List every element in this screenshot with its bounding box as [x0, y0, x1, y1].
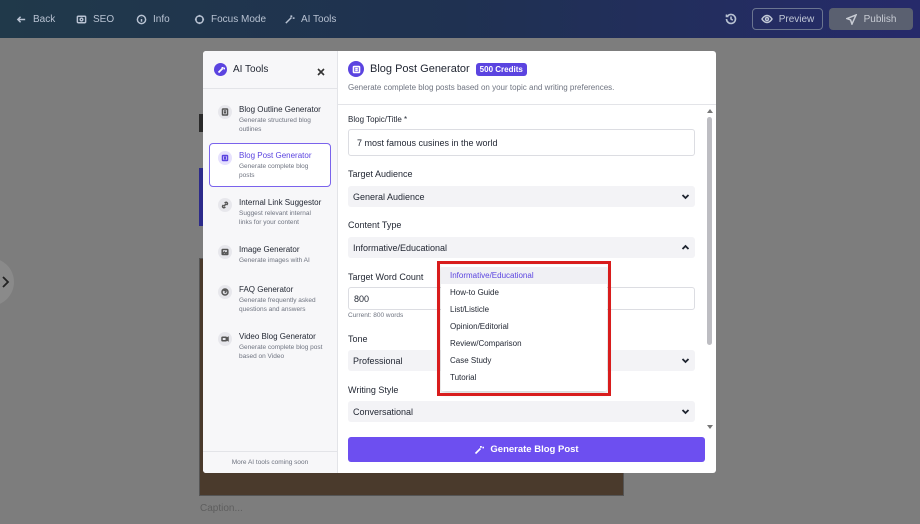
top-toolbar: Back SEO Info Focus Mode AI Tools Previe… — [0, 0, 920, 38]
panel-subtitle: Generate complete blog posts based on yo… — [348, 83, 615, 92]
seo-label: SEO — [93, 13, 115, 25]
document-icon — [348, 61, 364, 77]
tool-name: Internal Link Suggestor — [239, 198, 322, 207]
ai-tools-label: AI Tools — [301, 13, 337, 25]
credits-badge: 500 Credits — [475, 62, 527, 76]
tool-desc: Generate structured blog outlines — [239, 117, 311, 133]
caption-field[interactable]: Caption... — [200, 503, 243, 514]
topic-label: Blog Topic/Title * — [348, 115, 408, 124]
arrow-left-icon — [16, 15, 26, 23]
ai-logo-icon — [214, 63, 227, 76]
tool-faq-generator[interactable]: FAQ Generator Generate frequently asked … — [209, 277, 331, 321]
info-icon — [136, 14, 147, 24]
scroll-thumb[interactable] — [707, 117, 712, 345]
tool-name: FAQ Generator — [239, 285, 294, 294]
tool-desc: Generate images with AI — [239, 257, 310, 264]
tool-internal-link-suggestor[interactable]: Internal Link Suggestor Suggest relevant… — [209, 190, 331, 234]
info-label: Info — [153, 13, 170, 25]
info-button[interactable]: Info — [136, 0, 170, 38]
document-icon — [218, 151, 232, 165]
tool-desc: Generate frequently asked questions and … — [239, 297, 316, 313]
content-type-select[interactable]: Informative/Educational — [348, 237, 695, 258]
close-icon — [317, 68, 325, 76]
generate-label: Generate Blog Post — [490, 444, 579, 455]
history-icon — [725, 13, 737, 25]
seo-button[interactable]: SEO — [76, 0, 114, 38]
annotation-highlight-box — [437, 261, 611, 396]
focus-mode-label: Focus Mode — [211, 13, 267, 25]
tone-value: Professional — [353, 355, 403, 366]
expand-panel-button[interactable] — [0, 258, 14, 306]
content-type-label: Content Type — [348, 220, 402, 230]
scroll-down-arrow[interactable] — [707, 425, 713, 429]
magic-wand-icon — [475, 445, 485, 454]
panel-header: Blog Post Generator 500 Credits — [348, 61, 527, 77]
audience-value: General Audience — [353, 191, 425, 202]
audience-label: Target Audience — [348, 169, 413, 179]
preview-button[interactable]: Preview — [752, 8, 823, 30]
sidebar-title: AI Tools — [233, 64, 269, 75]
publish-label: Publish — [863, 13, 897, 25]
send-icon — [845, 13, 857, 25]
tool-name: Blog Post Generator — [239, 151, 312, 160]
publish-button[interactable]: Publish — [829, 8, 913, 30]
ai-tools-sidebar: AI Tools Blog Outline Generator Generate… — [203, 51, 338, 473]
back-button[interactable]: Back — [16, 0, 55, 38]
audience-select[interactable]: General Audience — [348, 186, 695, 207]
tool-desc: Suggest relevant internal links for your… — [239, 210, 311, 226]
writing-style-value: Conversational — [353, 406, 414, 417]
tool-image-generator[interactable]: Image Generator Generate images with AI — [209, 237, 331, 273]
seo-icon — [76, 15, 87, 23]
chevron-down-icon — [681, 194, 690, 200]
tool-blog-post-generator[interactable]: Blog Post Generator Generate complete bl… — [209, 143, 331, 187]
focus-icon — [194, 14, 205, 24]
writing-style-label: Writing Style — [348, 385, 399, 395]
magic-wand-icon — [285, 14, 295, 24]
scroll-up-arrow[interactable] — [707, 109, 713, 113]
image-icon — [218, 245, 232, 259]
focus-mode-button[interactable]: Focus Mode — [194, 0, 266, 38]
content-type-value: Informative/Educational — [353, 242, 448, 253]
tool-name: Image Generator — [239, 245, 300, 254]
question-icon — [218, 285, 232, 299]
tone-label: Tone — [348, 334, 368, 344]
tool-name: Video Blog Generator — [239, 332, 316, 341]
generate-blog-post-button[interactable]: Generate Blog Post — [348, 437, 705, 462]
topic-input[interactable]: 7 most famous cusines in the world — [348, 129, 695, 156]
writing-style-select[interactable]: Conversational — [348, 401, 695, 422]
history-button[interactable] — [724, 12, 738, 26]
video-icon — [218, 332, 232, 346]
chevron-up-icon — [681, 244, 690, 250]
chevron-down-icon — [681, 409, 690, 415]
tool-desc: Generate complete blog post based on Vid… — [239, 344, 323, 360]
tool-desc: Generate complete blog posts — [239, 163, 309, 179]
word-count-label: Target Word Count — [348, 272, 424, 282]
back-label: Back — [33, 13, 56, 25]
chevron-right-icon — [2, 276, 10, 288]
preview-label: Preview — [778, 13, 815, 25]
tool-video-blog-generator[interactable]: Video Blog Generator Generate complete b… — [209, 324, 331, 368]
panel-scrollbar[interactable] — [707, 109, 713, 429]
sidebar-footer: More AI tools coming soon — [203, 451, 337, 473]
panel-title: Blog Post Generator — [370, 63, 470, 75]
link-icon — [218, 198, 232, 212]
ai-tools-button[interactable]: AI Tools — [284, 0, 336, 38]
tool-name: Blog Outline Generator — [239, 105, 321, 114]
divider — [338, 104, 716, 105]
chevron-down-icon — [681, 358, 690, 364]
word-count-hint: Current: 800 words — [348, 312, 404, 319]
tool-blog-outline-generator[interactable]: Blog Outline Generator Generate structur… — [209, 97, 331, 141]
outline-icon — [218, 105, 232, 119]
eye-icon — [760, 14, 773, 24]
close-modal-button[interactable] — [316, 64, 326, 76]
